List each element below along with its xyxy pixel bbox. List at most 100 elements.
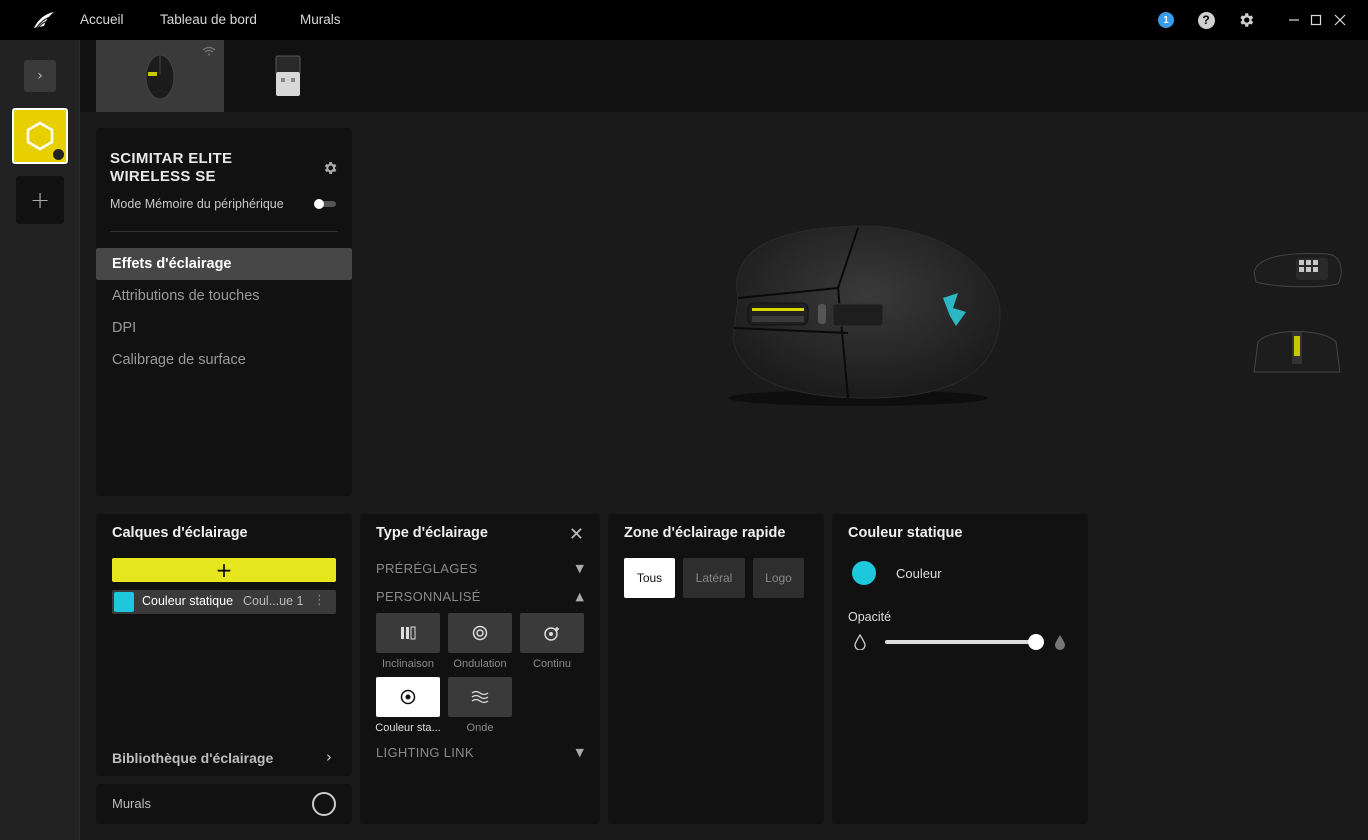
layer-sub: Coul...ue 1 xyxy=(243,594,304,608)
continuous-icon xyxy=(544,627,559,641)
title-bar: Accueil Tableau de bord Murals 1 ? xyxy=(0,0,1368,40)
type-wave-button[interactable] xyxy=(448,677,512,717)
chevron-right-icon: › xyxy=(37,68,43,84)
maximize-button[interactable] xyxy=(1306,10,1326,30)
chevron-down-icon[interactable]: ▼ xyxy=(576,746,584,759)
device-tile-mouse[interactable] xyxy=(96,40,224,112)
lighting-library-label: Bibliothèque d'éclairage xyxy=(112,750,274,766)
chevron-down-icon[interactable]: ▼ xyxy=(576,562,584,575)
active-profile-tile[interactable] xyxy=(12,108,68,164)
device-name: SCIMITAR ELITE WIRELESS SE xyxy=(110,150,232,186)
memory-mode-toggle[interactable] xyxy=(314,199,336,209)
zone-all-button[interactable]: Tous xyxy=(624,558,675,598)
murals-panel: Murals xyxy=(96,784,352,824)
minimize-icon xyxy=(1289,19,1299,21)
usb-dongle-icon xyxy=(275,55,301,96)
layer-row[interactable]: Couleur statique Coul...ue 1 ⋮ xyxy=(112,590,336,614)
ripple-icon xyxy=(472,625,488,641)
drop-filled-icon xyxy=(1055,635,1065,650)
quick-zone-panel: Zone d'éclairage rapide Tous Latéral Log… xyxy=(608,514,824,824)
divider xyxy=(110,231,338,232)
opacity-label: Opacité xyxy=(848,610,892,624)
nav-dashboard[interactable]: Tableau de bord xyxy=(160,12,257,27)
murals-status-circle-icon[interactable] xyxy=(312,792,336,816)
home-icon xyxy=(53,149,64,160)
lighting-library-link[interactable]: Bibliothèque d'éclairage › xyxy=(112,748,336,768)
device-panel: SCIMITAR ELITE WIRELESS SE Mode Mémoire … xyxy=(96,128,352,496)
lighting-type-panel: Type d'éclairage ✕ PRÉRÉGLAGES ▼ PERSONN… xyxy=(360,514,600,824)
type-static-color-label: Couleur sta... xyxy=(375,722,441,734)
add-profile-button[interactable]: + xyxy=(16,176,64,224)
chevron-right-icon: › xyxy=(326,748,332,766)
settings-button[interactable] xyxy=(1236,10,1256,30)
opacity-slider-track[interactable] xyxy=(885,640,1035,644)
minimize-button[interactable] xyxy=(1284,10,1304,30)
profile-rail: › + xyxy=(0,40,80,840)
chevron-up-icon[interactable]: ▲ xyxy=(576,590,584,603)
plus-icon: + xyxy=(215,558,233,582)
menu-key-assignments[interactable]: Attributions de touches xyxy=(96,280,352,312)
menu-lighting-effects[interactable]: Effets d'éclairage xyxy=(96,248,352,280)
static-color-panel: Couleur statique Couleur Opacité xyxy=(832,514,1088,824)
add-layer-button[interactable]: + xyxy=(112,558,336,582)
opacity-slider-knob[interactable] xyxy=(1028,634,1044,650)
color-label: Couleur xyxy=(896,566,942,581)
device-strip xyxy=(80,40,1368,112)
help-icon: ? xyxy=(1197,11,1215,29)
type-continuous-button[interactable] xyxy=(520,613,584,653)
device-name-line2: WIRELESS SE xyxy=(110,168,216,185)
type-static-color-button[interactable] xyxy=(376,677,440,717)
maximize-icon xyxy=(1310,14,1322,26)
notification-badge: 1 xyxy=(1158,12,1174,28)
static-color-title: Couleur statique xyxy=(848,525,963,541)
device-settings-gear-icon[interactable] xyxy=(322,160,338,176)
tilt-icon xyxy=(401,626,416,640)
view-thumb-side[interactable] xyxy=(1248,242,1344,298)
type-ripple-label: Ondulation xyxy=(453,658,507,670)
notification-button[interactable]: 1 xyxy=(1156,10,1176,30)
color-picker-swatch[interactable] xyxy=(852,561,876,585)
corsair-logo-icon xyxy=(34,12,54,29)
quick-zone-title: Zone d'éclairage rapide xyxy=(624,525,786,541)
view-thumb-front[interactable] xyxy=(1248,322,1344,378)
lighting-layers-title: Calques d'éclairage xyxy=(112,525,248,541)
type-wave-label: Onde xyxy=(466,722,494,734)
wave-icon xyxy=(471,690,489,704)
main-area: SCIMITAR ELITE WIRELESS SE Mode Mémoire … xyxy=(80,112,1368,840)
type-ripple-button[interactable] xyxy=(448,613,512,653)
lighting-link-header[interactable]: LIGHTING LINK xyxy=(376,745,474,760)
close-icon[interactable]: ✕ xyxy=(569,524,584,545)
hexagon-icon xyxy=(26,121,54,151)
nav-murals[interactable]: Murals xyxy=(300,12,341,27)
static-color-icon xyxy=(400,689,416,705)
plus-icon: + xyxy=(29,186,51,214)
lighting-type-title: Type d'éclairage xyxy=(376,525,488,541)
help-button[interactable]: ? xyxy=(1196,10,1216,30)
layer-name: Couleur statique xyxy=(142,594,234,608)
drop-outline-icon xyxy=(854,634,866,650)
zone-side-button[interactable]: Latéral xyxy=(683,558,745,598)
zone-logo-button[interactable]: Logo xyxy=(753,558,804,598)
device-tile-dongle[interactable] xyxy=(224,40,352,112)
more-vertical-icon[interactable]: ⋮ xyxy=(313,593,326,608)
presets-header[interactable]: PRÉRÉGLAGES xyxy=(376,561,478,576)
type-tilt-button[interactable] xyxy=(376,613,440,653)
nav-home[interactable]: Accueil xyxy=(80,12,124,27)
close-window-button[interactable] xyxy=(1330,10,1350,30)
menu-surface-calibration[interactable]: Calibrage de surface xyxy=(96,344,352,376)
menu-dpi[interactable]: DPI xyxy=(96,312,352,344)
mouse-render xyxy=(728,225,1001,406)
gear-icon xyxy=(1240,13,1254,27)
type-tilt-label: Inclinaison xyxy=(382,658,434,670)
expand-rail-button[interactable]: › xyxy=(24,60,56,92)
wireless-icon xyxy=(202,46,216,56)
memory-mode-label: Mode Mémoire du périphérique xyxy=(110,197,284,211)
mouse-thumbnail-icon xyxy=(145,54,175,100)
custom-header[interactable]: PERSONNALISÉ xyxy=(376,589,481,604)
lighting-layers-panel: Calques d'éclairage + Couleur statique C… xyxy=(96,514,352,776)
layer-color-swatch xyxy=(114,592,134,612)
murals-label: Murals xyxy=(112,796,152,811)
type-continuous-label: Continu xyxy=(533,658,571,670)
close-icon xyxy=(1334,14,1346,26)
toggle-knob xyxy=(314,199,324,209)
